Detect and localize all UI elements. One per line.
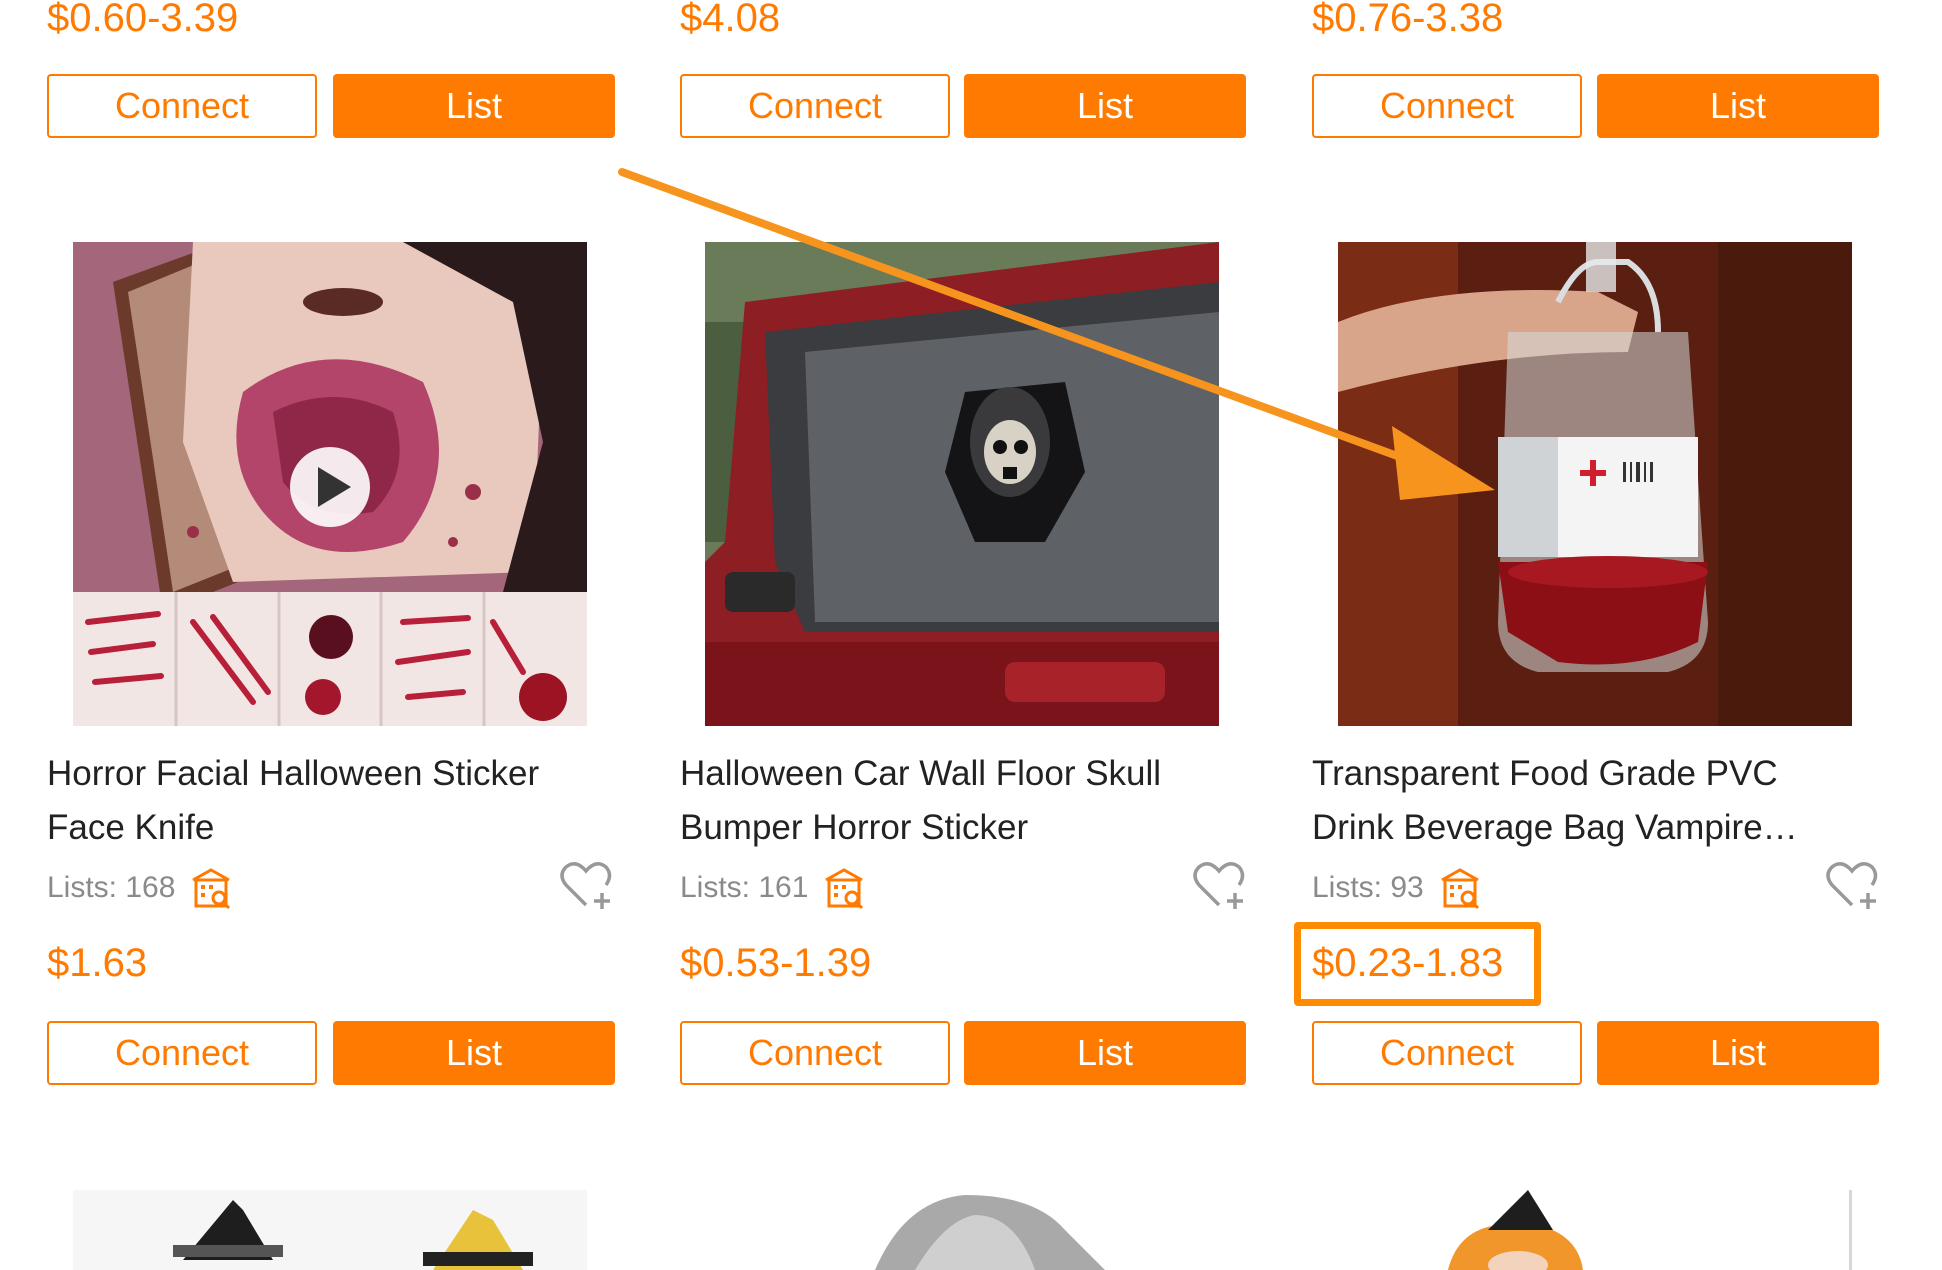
- product-title[interactable]: Horror Facial Halloween Sticker Face Kni…: [47, 747, 617, 855]
- heart-plus-icon[interactable]: [558, 857, 614, 911]
- list-button[interactable]: List: [333, 1021, 615, 1085]
- lists-count: Lists: 93: [1312, 866, 1482, 910]
- product-title-line: Halloween Car Wall Floor Skull: [680, 754, 1162, 793]
- product-title[interactable]: Halloween Car Wall Floor Skull Bumper Ho…: [680, 747, 1250, 855]
- shop-search-icon[interactable]: [822, 866, 866, 910]
- connect-button[interactable]: Connect: [1312, 1021, 1582, 1085]
- connect-button[interactable]: Connect: [680, 74, 950, 138]
- top-price-1: $0.60-3.39: [47, 0, 239, 40]
- connect-button[interactable]: Connect: [47, 74, 317, 138]
- shop-search-icon[interactable]: [189, 866, 233, 910]
- lists-count-text: Lists: 93: [1312, 871, 1424, 904]
- connect-button[interactable]: Connect: [1312, 74, 1582, 138]
- shop-search-icon[interactable]: [1438, 866, 1482, 910]
- lists-count-text: Lists: 161: [680, 871, 809, 904]
- top-price-3: $0.76-3.38: [1312, 0, 1504, 40]
- product-title-line: Bumper Horror Sticker: [680, 808, 1029, 847]
- connect-button[interactable]: Connect: [47, 1021, 317, 1085]
- product-price: $0.53-1.39: [680, 941, 872, 985]
- lists-count-text: Lists: 168: [47, 871, 176, 904]
- list-button[interactable]: List: [333, 74, 615, 138]
- price-highlight-annotation: [1294, 922, 1541, 1006]
- product-title-line: Horror Facial Halloween Sticker: [47, 754, 540, 793]
- column-divider: [1849, 1190, 1852, 1270]
- car-skull-illustration: [705, 242, 1219, 726]
- product-image-gray-wig[interactable]: [705, 1190, 1219, 1270]
- product-price: $1.63: [47, 941, 148, 985]
- kid-witch-illustration: [1338, 1190, 1852, 1270]
- product-image-car-skull-sticker[interactable]: [705, 242, 1219, 726]
- list-button[interactable]: List: [964, 74, 1246, 138]
- heart-plus-icon[interactable]: [1824, 857, 1880, 911]
- product-grid-page: $0.60-3.39 $4.08 $0.76-3.38 Connect List…: [0, 0, 1942, 1270]
- heart-plus-icon[interactable]: [1191, 857, 1247, 911]
- list-button[interactable]: List: [964, 1021, 1246, 1085]
- product-image-blood-bag[interactable]: [1338, 242, 1852, 726]
- product-title-line: Face Knife: [47, 808, 215, 847]
- list-button[interactable]: List: [1597, 1021, 1879, 1085]
- top-price-2: $4.08: [680, 0, 781, 40]
- witch-hats-illustration: [73, 1190, 587, 1270]
- lists-count: Lists: 161: [680, 866, 866, 910]
- face-sticker-illustration: [73, 242, 587, 726]
- gray-wig-illustration: [705, 1190, 1219, 1270]
- list-button[interactable]: List: [1597, 74, 1879, 138]
- product-title-line: Drink Beverage Bag Vampire…: [1312, 808, 1798, 847]
- connect-button[interactable]: Connect: [680, 1021, 950, 1085]
- product-image-horror-face-sticker[interactable]: [73, 242, 587, 726]
- blood-bag-illustration: [1338, 242, 1852, 726]
- lists-count: Lists: 168: [47, 866, 233, 910]
- product-image-witch-hats[interactable]: [73, 1190, 587, 1270]
- product-title-line: Transparent Food Grade PVC: [1312, 754, 1778, 793]
- product-image-kid-witch[interactable]: [1338, 1190, 1852, 1270]
- product-title[interactable]: Transparent Food Grade PVC Drink Beverag…: [1312, 747, 1882, 855]
